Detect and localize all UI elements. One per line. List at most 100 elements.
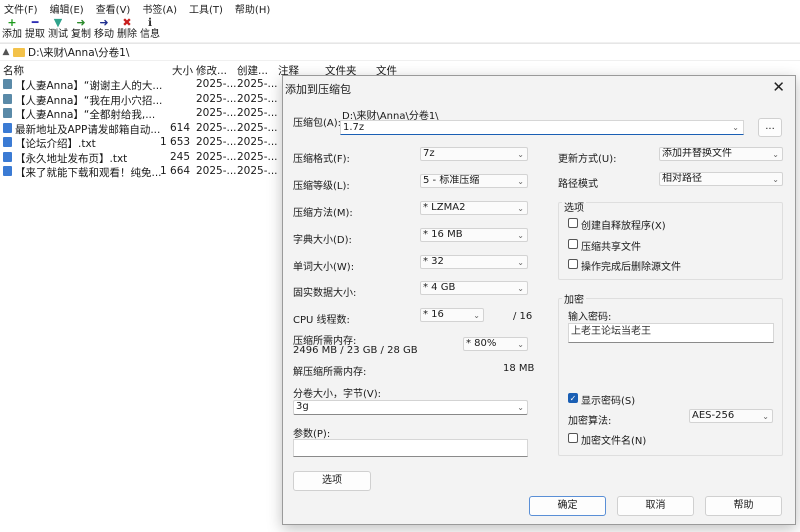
folder-icon <box>3 79 12 89</box>
menu-edit[interactable]: 编辑(E) <box>50 1 84 16</box>
format-select[interactable]: 7z ⌄ <box>420 147 528 161</box>
move-label: 移动 <box>94 29 114 40</box>
col-size[interactable]: 大小 <box>172 63 193 78</box>
pathmode-value: 相对路径 <box>662 173 702 184</box>
info-icon: ℹ <box>147 16 153 29</box>
file-icon <box>3 122 12 133</box>
encrypt-names-checkbox[interactable] <box>568 433 578 443</box>
extract-label: 提取 <box>25 29 45 40</box>
col-name[interactable]: 名称 <box>3 63 24 78</box>
solid-value: * 4 GB <box>423 282 456 293</box>
move-button[interactable]: ➜ 移动 <box>93 16 115 42</box>
file-cre: 2025-... <box>237 165 277 177</box>
file-mod: 2025-... <box>196 78 236 90</box>
word-label: 单词大小(W): <box>293 262 355 273</box>
address-bar: ▲ D:\来财\Anna\分卷1\ <box>0 43 800 60</box>
close-icon[interactable]: ✕ <box>772 78 785 96</box>
test-button[interactable]: ▼ 测试 <box>47 16 69 42</box>
shared-checkbox[interactable] <box>568 239 578 249</box>
method-value: * LZMA2 <box>423 202 466 213</box>
cancel-button[interactable]: 取消 <box>617 496 694 516</box>
ok-button[interactable]: 确定 <box>529 496 606 516</box>
chevron-down-icon: ⌄ <box>517 258 524 267</box>
split-input[interactable]: 3g ⌄ <box>293 400 528 415</box>
menu-bookmarks[interactable]: 书签(A) <box>142 1 177 16</box>
file-mod: 2025-... <box>196 121 236 134</box>
enc-method-select[interactable]: AES-256 ⌄ <box>689 409 773 423</box>
file-mod: 2025-... <box>196 165 236 177</box>
show-password-checkbox[interactable]: ✓ <box>568 393 578 403</box>
copy-label: 复制 <box>71 29 91 40</box>
folder-icon <box>13 47 25 57</box>
delete-button[interactable]: ✖ 删除 <box>116 16 138 42</box>
file-cre: 2025-... <box>237 92 277 105</box>
params-input[interactable] <box>293 439 528 457</box>
file-cre: 2025-... <box>237 78 277 90</box>
level-select[interactable]: 5 - 标准压缩 ⌄ <box>420 174 528 188</box>
add-button[interactable]: + 添加 <box>1 16 23 42</box>
mem-comp-value: 2496 MB / 23 GB / 28 GB <box>293 345 418 356</box>
enc-method-value: AES-256 <box>692 410 735 421</box>
delete-checkbox[interactable] <box>568 259 578 269</box>
dict-select[interactable]: * 16 MB ⌄ <box>420 228 528 242</box>
menu-file[interactable]: 文件(F) <box>4 1 38 16</box>
copy-button[interactable]: ➜ 复制 <box>70 16 92 42</box>
extract-icon: ━ <box>31 16 39 29</box>
file-icon <box>3 151 12 162</box>
file-icon <box>3 166 12 176</box>
sfx-checkbox[interactable] <box>568 218 578 228</box>
up-arrow-icon[interactable]: ▲ <box>0 47 12 57</box>
chevron-down-icon: ⌄ <box>517 204 524 213</box>
copy-icon: ➜ <box>76 16 86 29</box>
col-created[interactable]: 创建... <box>237 63 268 78</box>
delete-label: 操作完成后删除源文件 <box>581 262 681 273</box>
method-select[interactable]: * LZMA2 ⌄ <box>420 201 528 215</box>
file-mod: 2025-... <box>196 107 236 119</box>
chevron-down-icon: ⌄ <box>772 150 779 159</box>
test-label: 测试 <box>48 29 68 40</box>
file-icon <box>3 137 12 147</box>
pathmode-select[interactable]: 相对路径 ⌄ <box>659 172 783 186</box>
dialog-title: 添加到压缩包 <box>285 83 351 96</box>
mem-percent-select[interactable]: * 80% ⌄ <box>463 337 528 351</box>
mem-percent-value: * 80% <box>466 338 497 349</box>
format-value: 7z <box>423 148 435 159</box>
method-label: 压缩方法(M): <box>293 208 353 219</box>
menu-view[interactable]: 查看(V) <box>96 1 131 16</box>
menu-help[interactable]: 帮助(H) <box>235 1 270 16</box>
pathmode-label: 路径模式 <box>558 179 598 190</box>
show-password-label: 显示密码(S) <box>581 396 636 407</box>
chevron-down-icon: ⌄ <box>517 177 524 186</box>
add-to-archive-dialog: 添加到压缩包 ✕ 压缩包(A): D:\来财\Anna\分卷1\ 1.7z ⌄ … <box>282 75 796 525</box>
encrypt-names-label: 加密文件名(N) <box>581 436 647 447</box>
chevron-down-icon: ⌄ <box>517 340 524 349</box>
menu-bar: 文件(F) 编辑(E) 查看(V) 书签(A) 工具(T) 帮助(H) <box>0 0 800 16</box>
split-value: 3g <box>296 401 309 412</box>
col-modified[interactable]: 修改... <box>196 63 227 78</box>
chevron-down-icon[interactable]: ⌄ <box>732 121 739 135</box>
delete-icon: ✖ <box>122 16 132 29</box>
archive-name-input[interactable]: 1.7z ⌄ <box>340 120 744 135</box>
cpu-label: CPU 线程数: <box>293 315 350 326</box>
menu-tools[interactable]: 工具(T) <box>189 1 223 16</box>
shared-label: 压缩共享文件 <box>581 242 641 253</box>
chevron-down-icon: ⌄ <box>517 150 524 159</box>
address-path[interactable]: D:\来财\Anna\分卷1\ <box>28 45 129 60</box>
options-button[interactable]: 选项 <box>293 471 371 491</box>
move-icon: ➜ <box>99 16 109 29</box>
extract-button[interactable]: ━ 提取 <box>24 16 46 42</box>
file-mod: 2025-... <box>196 92 236 105</box>
folder-icon <box>3 108 12 118</box>
info-button[interactable]: ℹ 信息 <box>139 16 161 42</box>
help-button[interactable]: 帮助 <box>705 496 782 516</box>
chevron-down-icon: ⌄ <box>517 231 524 240</box>
dict-value: * 16 MB <box>423 229 463 240</box>
options-group-title: 选项 <box>562 199 586 214</box>
browse-button[interactable]: ... <box>758 118 782 137</box>
cpu-select[interactable]: * 16 ⌄ <box>420 308 484 322</box>
password-input[interactable]: 上老王论坛当老王 <box>568 323 774 343</box>
sfx-label: 创建自释放程序(X) <box>581 221 666 232</box>
word-select[interactable]: * 32 ⌄ <box>420 255 528 269</box>
solid-select[interactable]: * 4 GB ⌄ <box>420 281 528 295</box>
update-select[interactable]: 添加并替换文件 ⌄ <box>659 147 783 161</box>
